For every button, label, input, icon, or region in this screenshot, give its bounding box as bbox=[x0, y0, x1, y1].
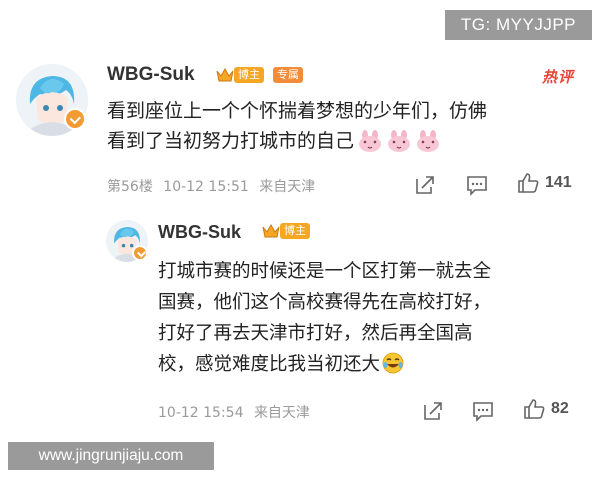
comment-button[interactable] bbox=[472, 400, 494, 422]
comment-icon bbox=[473, 402, 493, 422]
reply-line: 校，感觉难度比我当初还大 bbox=[158, 354, 381, 375]
reply-username[interactable]: WBG-Suk bbox=[158, 220, 241, 244]
reply-line: 国赛，他们这个高校赛得先在高校打好， bbox=[158, 292, 492, 313]
rabbit-emoji-icon bbox=[417, 130, 440, 152]
reply-meta: 10-12 15:54 来自天津 bbox=[158, 402, 310, 422]
share-icon bbox=[424, 402, 442, 420]
like-button[interactable]: 141 bbox=[517, 172, 572, 194]
badge-exclusive: 专属 bbox=[273, 67, 303, 83]
timestamp: 10-12 15:51 bbox=[163, 179, 249, 195]
comment-meta: 第56楼 10-12 15:51 来自天津 bbox=[107, 176, 315, 196]
timestamp: 10-12 15:54 bbox=[158, 405, 244, 421]
username[interactable]: WBG-Suk bbox=[107, 63, 195, 87]
hot-comment-label: 热评 bbox=[542, 68, 575, 86]
like-icon bbox=[524, 399, 545, 419]
comment-button[interactable] bbox=[466, 174, 488, 196]
like-button[interactable]: 82 bbox=[523, 398, 569, 420]
crown-icon bbox=[216, 67, 234, 82]
watermark-bottom: www.jingrunjiaju.com bbox=[8, 442, 214, 470]
location: 来自天津 bbox=[259, 179, 316, 195]
share-button[interactable] bbox=[414, 174, 436, 196]
comment-line: 看到了当初努力打城市的自己 bbox=[107, 130, 355, 152]
badge-author: 博主 bbox=[280, 223, 310, 239]
rabbit-emoji-icon bbox=[359, 130, 382, 152]
watermark-top: TG: MYYJJPP bbox=[444, 10, 592, 40]
like-count: 141 bbox=[545, 174, 572, 191]
location: 来自天津 bbox=[253, 405, 310, 421]
comment-icon bbox=[467, 176, 487, 196]
like-count: 82 bbox=[551, 400, 569, 417]
crown-icon bbox=[262, 223, 280, 238]
reply-line: 打城市赛的时候还是一个区打第一就去全 bbox=[158, 261, 492, 282]
like-icon bbox=[518, 173, 539, 193]
comment-text: 看到座位上一个个怀揣着梦想的少年们，仿佛 看到了当初努力打城市的自己 bbox=[107, 96, 577, 156]
share-button[interactable] bbox=[422, 400, 444, 422]
laugh-cry-emoji-icon bbox=[382, 352, 404, 374]
reply-line-with-emoji: 校，感觉难度比我当初还大 bbox=[158, 349, 578, 380]
comment-line-with-emoji: 看到了当初努力打城市的自己 bbox=[107, 126, 577, 156]
reply-text: 打城市赛的时候还是一个区打第一就去全 国赛，他们这个高校赛得先在高校打好， 打好… bbox=[158, 256, 578, 380]
reply-line: 打好了再去天津市打好，然后再全国高 bbox=[158, 323, 473, 344]
verified-badge-icon bbox=[132, 245, 148, 261]
floor-number: 第56楼 bbox=[107, 179, 153, 195]
share-icon bbox=[416, 176, 434, 194]
verified-badge-icon bbox=[64, 108, 86, 130]
rabbit-emoji-icon bbox=[388, 130, 411, 152]
badge-author: 博主 bbox=[234, 67, 264, 83]
comment-line: 看到座位上一个个怀揣着梦想的少年们，仿佛 bbox=[107, 100, 488, 122]
